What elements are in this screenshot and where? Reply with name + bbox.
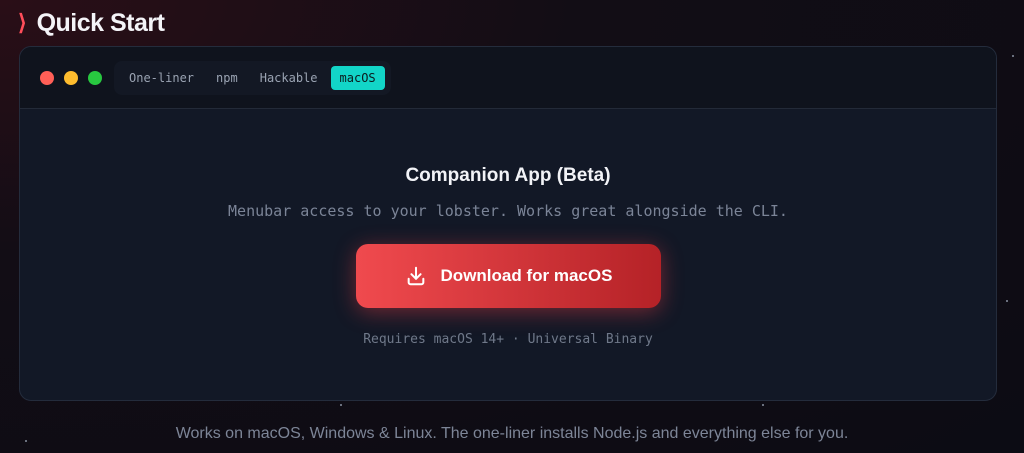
background-star — [1006, 300, 1008, 302]
background-star — [340, 404, 342, 406]
panel-title: Companion App (Beta) — [405, 165, 611, 186]
quickstart-window: One-liner npm Hackable macOS Companion A… — [19, 46, 997, 401]
page-title: Quick Start — [36, 8, 165, 37]
chevron-right-icon: ⟩ — [18, 10, 27, 35]
tab-macos[interactable]: macOS — [330, 65, 385, 90]
download-button-label: Download for macOS — [440, 266, 613, 285]
maximize-dot-icon — [88, 70, 102, 85]
tab-npm[interactable]: npm — [207, 66, 247, 90]
tab-hackable[interactable]: Hackable — [251, 66, 327, 90]
close-dot-icon — [40, 70, 54, 85]
background-star — [1012, 55, 1014, 57]
download-icon — [405, 265, 427, 287]
tab-one-liner[interactable]: One-liner — [120, 66, 203, 90]
window-controls — [40, 70, 102, 85]
window-titlebar: One-liner npm Hackable macOS — [20, 47, 996, 109]
requirements-note: Requires macOS 14+ · Universal Binary — [363, 332, 653, 347]
minimize-dot-icon — [64, 70, 78, 85]
panel-subtitle: Menubar access to your lobster. Works gr… — [228, 202, 788, 220]
tab-panel-macos: Companion App (Beta) Menubar access to y… — [20, 110, 996, 400]
background-star — [25, 440, 27, 442]
footer-note: Works on macOS, Windows & Linux. The one… — [175, 425, 849, 442]
download-macos-button[interactable]: Download for macOS — [356, 244, 661, 308]
install-tabs: One-liner npm Hackable macOS — [114, 60, 391, 95]
background-star — [762, 404, 764, 406]
section-header: ⟩ Quick Start — [18, 8, 165, 38]
